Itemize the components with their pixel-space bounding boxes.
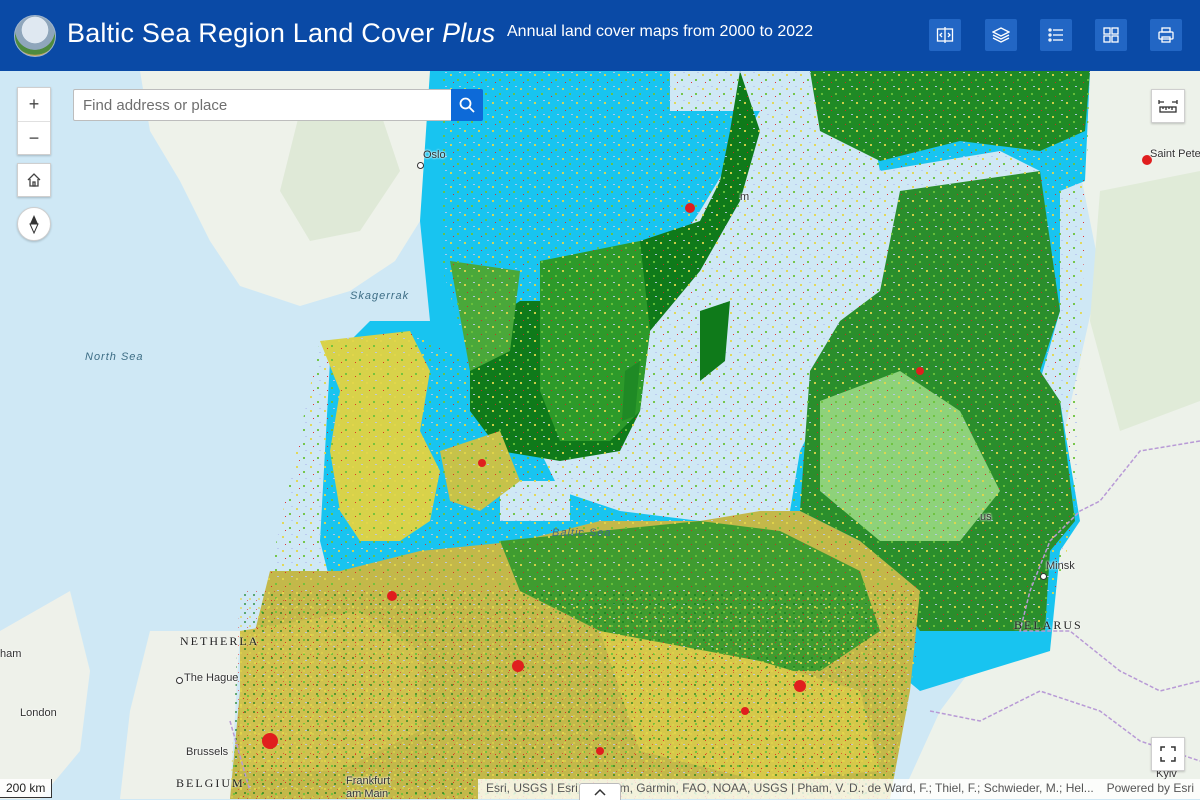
- country-label-belarus: BELARUS: [1014, 618, 1083, 632]
- fullscreen-button[interactable]: [1151, 737, 1185, 771]
- water-label-skagerrak: Skagerrak: [350, 290, 410, 302]
- place-label-frankfurt: Frankfurt: [346, 775, 391, 787]
- basemap-gallery-icon: [1103, 27, 1119, 43]
- place-label-london: London: [20, 707, 57, 719]
- compass-icon: [29, 215, 39, 234]
- scale-bar: 200 km: [0, 779, 53, 798]
- country-label-netherlands: NETHERLA: [180, 634, 260, 648]
- zoom-control: + −: [17, 87, 51, 155]
- legend-list-icon: [1048, 28, 1063, 42]
- map-canvas[interactable]: [0, 71, 1200, 799]
- compass-button[interactable]: [17, 207, 51, 241]
- search-icon: [459, 97, 475, 113]
- place-label-am-main: am Main: [346, 788, 389, 799]
- place-label-oslo: Oslo: [423, 149, 446, 161]
- water-label-north-sea: North Sea: [85, 351, 144, 363]
- search-button[interactable]: [451, 89, 483, 121]
- attribution-toggle-button[interactable]: [579, 783, 621, 800]
- print-icon: [1158, 27, 1174, 43]
- home-icon: [27, 173, 41, 187]
- chevron-up-icon: [594, 788, 606, 796]
- map-view[interactable]: Oslo Saint Pete m us Minsk The Hague ham…: [0, 71, 1200, 799]
- swipe-compare-button[interactable]: [929, 19, 961, 51]
- powered-by-esri: Powered by Esri: [1106, 781, 1194, 795]
- app-subtitle: Annual land cover maps from 2000 to 2022: [507, 23, 813, 40]
- app-title: Baltic Sea Region Land Cover Plus: [67, 18, 496, 48]
- measure-button[interactable]: [1151, 89, 1185, 123]
- city-dot-oslo: [417, 162, 424, 169]
- layers-icon: [992, 27, 1010, 43]
- place-label-amsterdam-fragment: ham: [0, 648, 22, 660]
- country-label-belgium: BELGIUM: [176, 776, 245, 790]
- city-dot-the-hague: [176, 677, 183, 684]
- measure-icon: [1158, 100, 1178, 113]
- search-input[interactable]: [74, 90, 452, 120]
- search-box: [73, 89, 452, 121]
- place-label-brussels: Brussels: [186, 746, 229, 758]
- app-logo: [14, 15, 56, 57]
- basemap-gallery-button[interactable]: [1095, 19, 1127, 51]
- swipe-compare-icon: [936, 27, 954, 43]
- place-label-stockholm-fragment: m: [740, 191, 750, 203]
- layers-button[interactable]: [985, 19, 1017, 51]
- app-header: Baltic Sea Region Land Cover Plus Annual…: [0, 0, 1200, 71]
- city-dot-minsk: [1040, 573, 1047, 580]
- fullscreen-icon: [1160, 746, 1176, 762]
- legend-button[interactable]: [1040, 19, 1072, 51]
- zoom-out-button[interactable]: −: [18, 121, 50, 155]
- place-label-vilnius-fragment: us: [980, 511, 992, 523]
- place-label-saint-petersburg: Saint Pete: [1150, 148, 1200, 160]
- water-label-baltic-sea: Baltic Sea: [552, 527, 612, 539]
- home-button[interactable]: [17, 163, 51, 197]
- attribution-text: Esri, USGS | Esri, TomTom, Garmin, FAO, …: [486, 781, 1094, 795]
- print-button[interactable]: [1150, 19, 1182, 51]
- zoom-in-button[interactable]: +: [18, 88, 50, 121]
- place-label-minsk: Minsk: [1046, 560, 1075, 572]
- place-label-the-hague: The Hague: [184, 672, 239, 684]
